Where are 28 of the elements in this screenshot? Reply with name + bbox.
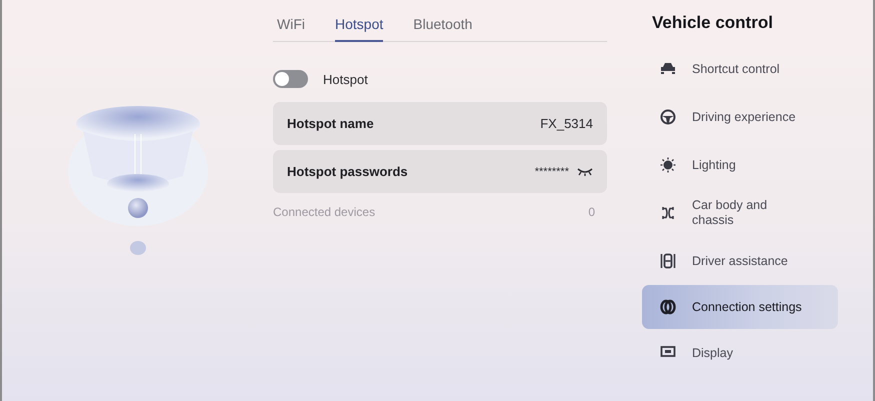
car-icon <box>660 61 676 77</box>
sidebar-item[interactable]: Shortcut control <box>642 45 838 93</box>
setting-label: Hotspot name <box>287 116 374 131</box>
frame-icon <box>660 205 676 221</box>
setting-value: FX_5314 <box>540 116 593 131</box>
setting-row[interactable]: Hotspot passwords ******** <box>273 150 607 193</box>
tab[interactable]: Bluetooth <box>413 16 472 42</box>
toggle-label: Hotspot <box>323 72 368 86</box>
sidebar-item[interactable]: Car body and chassis <box>642 189 838 237</box>
light-bulb-icon <box>660 157 676 173</box>
setting-row[interactable]: Hotspot name FX_5314 <box>273 102 607 145</box>
lane-car-icon <box>660 253 676 269</box>
link-circles-icon <box>660 299 676 315</box>
password-value: ******** <box>534 166 569 178</box>
sidebar-item[interactable]: Lighting <box>642 141 838 189</box>
sidebar-item[interactable]: Driver assistance <box>642 237 838 285</box>
connected-devices-label: Connected devices <box>273 205 376 219</box>
sidebar-title: Vehicle control <box>652 13 774 33</box>
sidebar-item[interactable]: Display <box>642 329 838 377</box>
hotspot-toggle[interactable] <box>273 70 308 88</box>
tab[interactable]: WiFi <box>277 16 305 42</box>
connected-devices-count: 0 <box>588 205 595 219</box>
closed-eye-icon[interactable] <box>577 168 593 176</box>
tab[interactable]: Hotspot <box>335 16 384 42</box>
setting-label: Hotspot passwords <box>287 164 408 179</box>
steering-wheel-icon <box>660 109 676 125</box>
sidebar-item[interactable]: Connection settings <box>642 285 838 329</box>
sidebar-item[interactable]: Driving experience <box>642 93 838 141</box>
